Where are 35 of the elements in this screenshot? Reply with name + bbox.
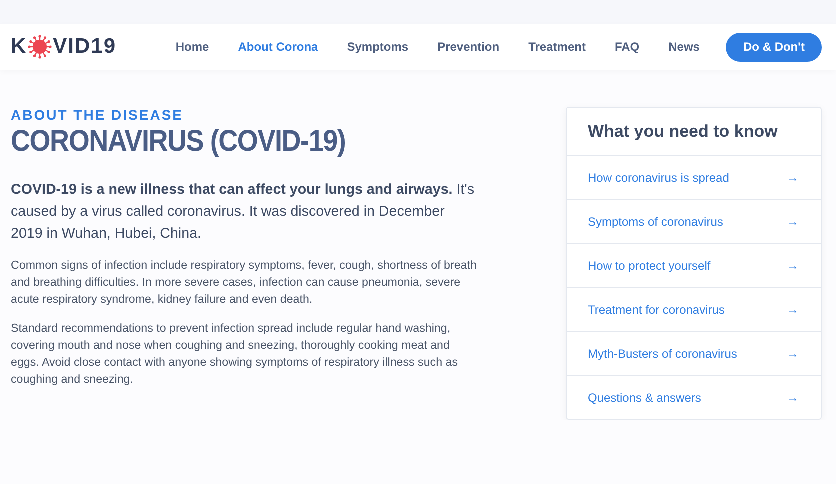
card-title: What you need to know bbox=[567, 108, 821, 156]
arrow-glyph: → bbox=[787, 390, 799, 404]
nav-link[interactable]: Prevention bbox=[423, 40, 514, 54]
topic-link[interactable]: How to protect yourself → bbox=[567, 244, 821, 288]
lead-paragraph: COVID-19 is a new illness that can affect your lungs and airways. It's caused by a virus called coronavirus. It was discovered in December 2019 in Wuhan, Hubei, China. bbox=[11, 181, 476, 244]
logo-text: VID19 bbox=[53, 35, 117, 59]
topic-link[interactable]: Myth-Busters of coronavirus → bbox=[567, 332, 821, 376]
topic-label: Treatment for coronavirus bbox=[588, 302, 725, 316]
topic-label: How to protect yourself bbox=[588, 258, 711, 272]
topic-label: Myth-Busters of coronavirus bbox=[588, 346, 738, 360]
topic-link[interactable]: Treatment for coronavirus → bbox=[567, 288, 821, 332]
section-eyebrow: ABOUT THE DISEASE bbox=[11, 107, 185, 123]
arrow-glyph: → bbox=[787, 258, 799, 272]
nav-link[interactable]: Symptoms bbox=[332, 40, 424, 54]
body-paragraph: Standard recommendations to prevent infection spread include regular hand washing, covering mouth and nose when coughing and sneezing, thoroughly cooking meat and eggs. Avoid close contact with anyone showing symptoms of respiratory illness such as coughing and sneezing. bbox=[11, 321, 460, 388]
page-title: CORONAVIRUS (COVID-19) bbox=[11, 125, 347, 159]
do-dont-button[interactable]: Do & Don't bbox=[726, 32, 822, 62]
nav-link[interactable]: News bbox=[654, 40, 714, 54]
topic-label: Symptoms of coronavirus bbox=[588, 214, 724, 228]
logo-text: K bbox=[11, 35, 28, 59]
topic-link[interactable]: How coronavirus is spread → bbox=[567, 156, 821, 200]
body-paragraph: Common signs of infection include respiratory symptoms, fever, cough, shortness of breath and breathing difficulties. In more severe cases, infection can cause pneumonia, severe acute respiratory syndrome, kidney failure and even death. bbox=[11, 258, 477, 308]
topic-link[interactable]: Symptoms of coronavirus → bbox=[567, 200, 821, 244]
arrow-glyph: → bbox=[787, 214, 799, 228]
nav-link[interactable]: Home bbox=[161, 40, 224, 54]
topic-label: How coronavirus is spread bbox=[588, 170, 730, 184]
nav-link[interactable]: FAQ bbox=[600, 40, 654, 54]
virus-icon bbox=[28, 35, 52, 59]
arrow-glyph: → bbox=[787, 346, 799, 360]
nav-link[interactable]: About Corona bbox=[224, 40, 333, 54]
topic-link[interactable]: Questions & answers → bbox=[567, 376, 821, 419]
topic-label: Questions & answers bbox=[588, 390, 702, 404]
nav-link[interactable]: Treatment bbox=[514, 40, 600, 54]
arrow-glyph: → bbox=[787, 170, 799, 184]
arrow-glyph: → bbox=[787, 302, 799, 316]
